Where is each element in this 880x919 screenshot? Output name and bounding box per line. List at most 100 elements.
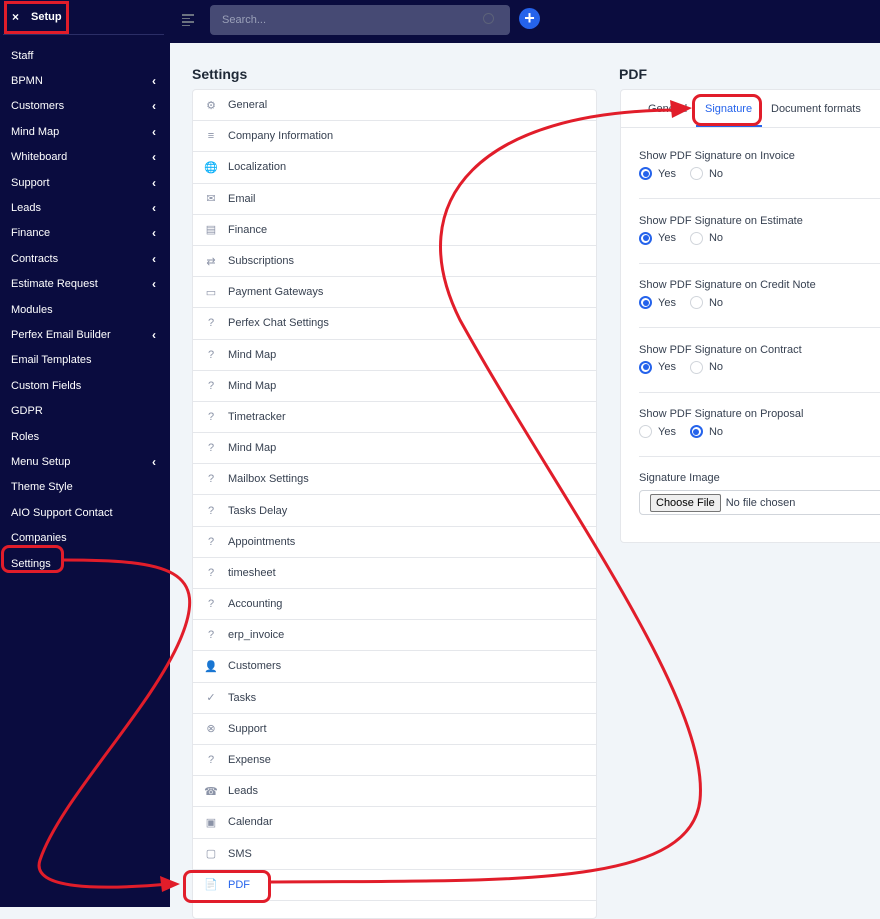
- chevron-left-icon[interactable]: ‹: [152, 99, 156, 113]
- settings-item-timesheet[interactable]: ? timesheet: [193, 558, 596, 589]
- settings-item-label: Mind Map: [228, 379, 277, 392]
- settings-item-expense[interactable]: ? Expense: [193, 745, 596, 777]
- sidebar-item-bpmn[interactable]: BPMN ‹: [0, 68, 170, 93]
- sidebar-item-support[interactable]: Support ‹: [0, 170, 170, 195]
- settings-item-label: Perfex Chat Settings: [228, 317, 329, 330]
- topbar: Search... +: [170, 0, 880, 43]
- sidebar-item-gdpr[interactable]: GDPR: [0, 398, 170, 423]
- settings-item-sms[interactable]: ▢ SMS: [193, 839, 596, 870]
- chevron-left-icon[interactable]: ‹: [152, 328, 156, 342]
- search-input[interactable]: Search...: [210, 5, 510, 35]
- search-icon[interactable]: [483, 13, 494, 24]
- settings-item-accounting[interactable]: ? Accounting: [193, 589, 596, 621]
- option-label: Show PDF Signature on Contract: [639, 343, 802, 356]
- settings-heading: Settings: [192, 66, 248, 82]
- sidebar-item-label: AIO Support Contact: [11, 506, 113, 519]
- sidebar-item-aio-support-contact[interactable]: AIO Support Contact: [0, 500, 170, 525]
- tab-document-formats[interactable]: Document formats: [771, 103, 861, 115]
- settings-item-label: Mailbox Settings: [228, 473, 309, 486]
- settings-item-erp-invoice[interactable]: ? erp_invoice: [193, 620, 596, 652]
- tab-general[interactable]: General: [648, 103, 687, 115]
- sidebar-item-custom-fields[interactable]: Custom Fields: [0, 373, 170, 398]
- settings-item-general[interactable]: ⚙ General: [193, 90, 596, 122]
- radio-yes[interactable]: [639, 360, 652, 374]
- radio-yes[interactable]: [639, 296, 652, 309]
- chevron-left-icon[interactable]: ‹: [152, 125, 156, 139]
- sidebar-item-perfex-email-builder[interactable]: Perfex Email Builder ‹: [0, 322, 170, 347]
- divider: [639, 456, 880, 457]
- settings-item-timetracker[interactable]: ? Timetracker: [193, 402, 596, 434]
- radio-no[interactable]: [689, 425, 703, 438]
- choose-file-button[interactable]: Choose File: [650, 493, 721, 512]
- sidebar-item-mind-map[interactable]: Mind Map ‹: [0, 119, 170, 144]
- radio-yes-label: Yes: [658, 232, 676, 244]
- settings-item-label: Timetracker: [228, 410, 286, 423]
- sidebar-item-label: Menu Setup: [11, 455, 71, 468]
- chevron-left-icon[interactable]: ‹: [152, 252, 156, 266]
- radio-no[interactable]: [689, 231, 703, 245]
- settings-item-localization[interactable]: 🌐 Localization: [193, 152, 596, 184]
- sidebar-item-label: Mind Map: [11, 125, 60, 138]
- radio-yes[interactable]: [639, 231, 652, 245]
- radio-no[interactable]: [689, 296, 703, 309]
- settings-item-icon: ?: [207, 629, 215, 642]
- settings-item-perfex-chat-settings[interactable]: ? Perfex Chat Settings: [193, 308, 596, 340]
- radio-no-label: No: [708, 296, 724, 309]
- settings-item-mind-map[interactable]: ? Mind Map: [193, 371, 596, 402]
- signature-image-file-input[interactable]: Choose File No file chosen: [639, 490, 880, 515]
- annotation-highlight-setup: [4, 1, 69, 34]
- settings-item-label: Calendar: [228, 816, 273, 829]
- sidebar-item-whiteboard[interactable]: Whiteboard ‹: [0, 145, 170, 170]
- sidebar-item-label: Leads: [11, 202, 41, 215]
- settings-item-finance[interactable]: ▤ Finance: [193, 215, 596, 246]
- sidebar-item-customers[interactable]: Customers ‹: [0, 94, 170, 119]
- settings-item-mailbox-settings[interactable]: ? Mailbox Settings: [193, 464, 596, 496]
- menu-toggle-icon[interactable]: [182, 14, 194, 26]
- chevron-left-icon[interactable]: ‹: [152, 176, 156, 190]
- settings-item-support[interactable]: ⊗ Support: [193, 714, 596, 745]
- settings-item-company-information[interactable]: ≡ Company Information: [193, 121, 596, 153]
- chevron-left-icon[interactable]: ‹: [152, 277, 156, 291]
- sidebar-item-staff[interactable]: Staff: [0, 43, 170, 68]
- settings-item-calendar[interactable]: ▣ Calendar: [193, 807, 596, 839]
- sidebar-item-roles[interactable]: Roles: [0, 424, 170, 449]
- chevron-left-icon[interactable]: ‹: [152, 201, 156, 215]
- signature-option: Show PDF Signature on Contract Yes No: [639, 344, 802, 374]
- add-button[interactable]: +: [519, 8, 540, 29]
- settings-item-subscriptions[interactable]: ⇄ Subscriptions: [193, 246, 596, 278]
- settings-item-email[interactable]: ✉ Email: [193, 184, 596, 215]
- settings-item-icon: 👤: [204, 660, 218, 673]
- radio-yes[interactable]: [639, 425, 652, 438]
- annotation-highlight-pdf: [183, 870, 271, 903]
- settings-item-icon: ▢: [205, 848, 217, 861]
- settings-item-label: Subscriptions: [228, 255, 295, 268]
- sidebar-item-estimate-request[interactable]: Estimate Request ‹: [0, 272, 170, 297]
- chevron-left-icon[interactable]: ‹: [152, 226, 156, 240]
- sidebar-item-theme-style[interactable]: Theme Style: [0, 475, 170, 500]
- sidebar-item-label: Support: [11, 176, 50, 189]
- sidebar-item-modules[interactable]: Modules: [0, 297, 170, 322]
- radio-no[interactable]: [689, 360, 703, 374]
- sidebar-item-menu-setup[interactable]: Menu Setup ‹: [0, 449, 170, 474]
- sidebar-item-leads[interactable]: Leads ‹: [0, 195, 170, 220]
- settings-item-label: Support: [228, 722, 267, 735]
- settings-item-leads[interactable]: ☎ Leads: [193, 776, 596, 808]
- chevron-left-icon[interactable]: ‹: [152, 74, 156, 88]
- settings-item-appointments[interactable]: ? Appointments: [193, 527, 596, 558]
- sidebar-item-contracts[interactable]: Contracts ‹: [0, 246, 170, 271]
- chevron-left-icon[interactable]: ‹: [152, 455, 156, 469]
- settings-item-payment-gateways[interactable]: ▭ Payment Gateways: [193, 277, 596, 309]
- sidebar-item-email-templates[interactable]: Email Templates: [0, 348, 170, 373]
- settings-item-tasks-delay[interactable]: ? Tasks Delay: [193, 495, 596, 527]
- radio-no[interactable]: [689, 167, 703, 180]
- sidebar-item-label: Customers: [11, 100, 65, 113]
- settings-item-tasks[interactable]: ✓ Tasks: [193, 683, 596, 714]
- radio-yes[interactable]: [639, 167, 652, 180]
- settings-item-mind-map[interactable]: ? Mind Map: [193, 433, 596, 465]
- settings-item-customers[interactable]: 👤 Customers: [193, 651, 596, 683]
- settings-item-mind-map[interactable]: ? Mind Map: [193, 340, 596, 371]
- settings-item-label: Leads: [228, 785, 258, 798]
- sidebar-item-finance[interactable]: Finance ‹: [0, 221, 170, 246]
- sidebar-item-label: Theme Style: [11, 481, 73, 494]
- chevron-left-icon[interactable]: ‹: [152, 150, 156, 164]
